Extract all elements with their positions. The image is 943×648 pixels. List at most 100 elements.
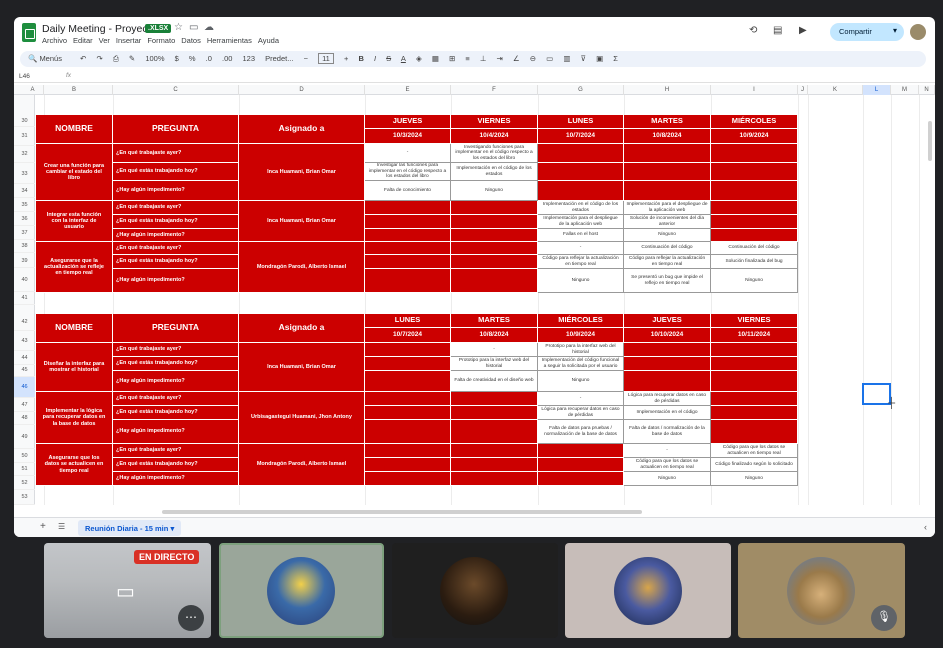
answer-cell[interactable]: Implementación para el despliegue de la … xyxy=(538,215,624,229)
zoom-select[interactable]: 100% xyxy=(145,54,164,63)
paint-format-icon[interactable]: ✎ xyxy=(129,54,135,63)
answer-cell[interactable] xyxy=(538,181,624,201)
answer-cell[interactable]: - xyxy=(624,444,711,458)
star-icon[interactable]: ☆ xyxy=(174,22,183,33)
column-header-I[interactable]: I xyxy=(711,85,798,95)
answer-cell[interactable]: Código para reflejar la actualización en… xyxy=(624,255,711,269)
text-color-button[interactable]: A xyxy=(401,54,406,63)
chevron-down-icon[interactable]: ▾ xyxy=(893,26,897,35)
functions-icon[interactable]: Σ xyxy=(613,54,618,63)
answer-cell[interactable] xyxy=(365,357,451,371)
answer-cell[interactable]: - xyxy=(538,242,624,255)
answer-cell[interactable] xyxy=(711,357,798,371)
align-icon[interactable]: ≡ xyxy=(465,54,469,63)
row-header-31[interactable]: 31 xyxy=(14,127,35,146)
meet-icon[interactable]: ▶ xyxy=(799,25,807,36)
answer-cell[interactable]: Ninguno xyxy=(624,229,711,242)
answer-cell[interactable]: - xyxy=(451,343,538,357)
increase-decimal-button[interactable]: .00 xyxy=(222,54,232,63)
answer-cell[interactable]: Ninguno xyxy=(711,269,798,293)
selected-cell[interactable] xyxy=(862,383,891,405)
italic-button[interactable]: I xyxy=(374,54,376,63)
answer-cell[interactable]: Implementación para el despliegue de la … xyxy=(624,201,711,215)
answer-cell[interactable] xyxy=(365,269,451,293)
insert-comment-icon[interactable]: ▭ xyxy=(546,54,553,63)
column-header-C[interactable]: C xyxy=(113,85,239,95)
column-header-N[interactable]: N xyxy=(919,85,935,95)
answer-cell[interactable]: Fallas en el host xyxy=(538,229,624,242)
history-icon[interactable]: ⟲ xyxy=(749,25,757,36)
column-header-D[interactable]: D xyxy=(239,85,365,95)
sheets-logo-icon[interactable] xyxy=(22,23,36,42)
column-header-B[interactable]: B xyxy=(36,85,113,95)
answer-cell[interactable]: Falta de datos / normalización de la bas… xyxy=(624,420,711,444)
fill-color-icon[interactable]: ◈ xyxy=(416,54,422,63)
print-icon[interactable]: ⎙ xyxy=(113,54,119,63)
answer-cell[interactable]: Continuación del código xyxy=(711,242,798,255)
answer-cell[interactable] xyxy=(365,242,451,255)
row-header-50[interactable]: 50 xyxy=(14,449,35,463)
answer-cell[interactable] xyxy=(365,229,451,242)
row-header-38[interactable]: 38 xyxy=(14,240,35,253)
answer-cell[interactable]: Investigando funciones para implementar … xyxy=(451,144,538,163)
answer-cell[interactable] xyxy=(624,371,711,392)
answer-cell[interactable]: Ninguno xyxy=(711,472,798,486)
percent-button[interactable]: % xyxy=(189,54,196,63)
strikethrough-button[interactable]: S xyxy=(386,54,391,63)
answer-cell[interactable]: Implementación en el código de los estad… xyxy=(538,201,624,215)
row-header-46[interactable]: 46 xyxy=(14,377,35,398)
row-header-45[interactable]: 45 xyxy=(14,363,35,377)
answer-cell[interactable]: - xyxy=(538,392,624,406)
answer-cell[interactable] xyxy=(538,163,624,181)
horizontal-scrollbar[interactable] xyxy=(162,510,642,514)
answer-cell[interactable]: Continuación del código xyxy=(624,242,711,255)
menu-1[interactable]: Editar xyxy=(73,36,93,45)
answer-cell[interactable] xyxy=(451,201,538,215)
add-sheet-icon[interactable]: + xyxy=(40,521,46,532)
answer-cell[interactable]: Solución de inconvenientes del día anter… xyxy=(624,215,711,229)
column-header-J[interactable]: J xyxy=(798,85,808,95)
answer-cell[interactable] xyxy=(365,371,451,392)
search-menus-button[interactable]: 🔍 Menús xyxy=(28,54,70,63)
column-header-M[interactable]: M xyxy=(891,85,919,95)
answer-cell[interactable] xyxy=(711,215,798,229)
answer-cell[interactable] xyxy=(451,420,538,444)
answer-cell[interactable] xyxy=(711,343,798,357)
participant-tile-1[interactable] xyxy=(219,543,384,638)
answer-cell[interactable]: Falta de creatividad en el diseño web xyxy=(451,371,538,392)
redo-icon[interactable]: ↷ xyxy=(96,54,102,63)
row-header-52[interactable]: 52 xyxy=(14,476,35,490)
answer-cell[interactable]: Lógica para recuperar datos en caso de p… xyxy=(538,406,624,420)
answer-cell[interactable]: Prototipo para la interfaz web del histo… xyxy=(538,343,624,357)
undo-icon[interactable]: ↶ xyxy=(80,54,86,63)
answer-cell[interactable] xyxy=(451,242,538,255)
more-options-icon[interactable]: ⋯ xyxy=(178,605,204,631)
column-header-G[interactable]: G xyxy=(538,85,624,95)
answer-cell[interactable] xyxy=(451,406,538,420)
answer-cell[interactable] xyxy=(365,406,451,420)
answer-cell[interactable] xyxy=(365,255,451,269)
answer-cell[interactable]: Implementación en el código xyxy=(624,406,711,420)
row-header-33[interactable]: 33 xyxy=(14,164,35,184)
answer-cell[interactable] xyxy=(711,201,798,215)
answer-cell[interactable]: Ninguno xyxy=(624,472,711,486)
row-header-49[interactable]: 49 xyxy=(14,425,35,449)
wrap-icon[interactable]: ⇥ xyxy=(497,54,503,63)
answer-cell[interactable]: Implementación del código funcional a se… xyxy=(538,357,624,371)
currency-button[interactable]: $ xyxy=(175,54,179,63)
answer-cell[interactable] xyxy=(711,420,798,444)
answer-cell[interactable] xyxy=(624,163,711,181)
answer-cell[interactable] xyxy=(451,392,538,406)
valign-icon[interactable]: ⊥ xyxy=(480,54,487,63)
answer-cell[interactable]: Código finalizado según lo solicitado xyxy=(711,458,798,472)
row-header-39[interactable]: 39 xyxy=(14,254,35,268)
link-icon[interactable]: ⊖ xyxy=(530,54,536,63)
font-size-input[interactable]: 11 xyxy=(318,53,334,64)
answer-cell[interactable]: Lógica para recuperar datos en caso de p… xyxy=(624,392,711,406)
name-box[interactable]: L46 xyxy=(19,73,30,80)
answer-cell[interactable] xyxy=(538,144,624,163)
all-sheets-icon[interactable]: ☰ xyxy=(58,522,65,531)
participant-tile-3[interactable] xyxy=(565,543,731,638)
user-avatar[interactable] xyxy=(910,24,926,40)
menu-2[interactable]: Ver xyxy=(99,36,110,45)
